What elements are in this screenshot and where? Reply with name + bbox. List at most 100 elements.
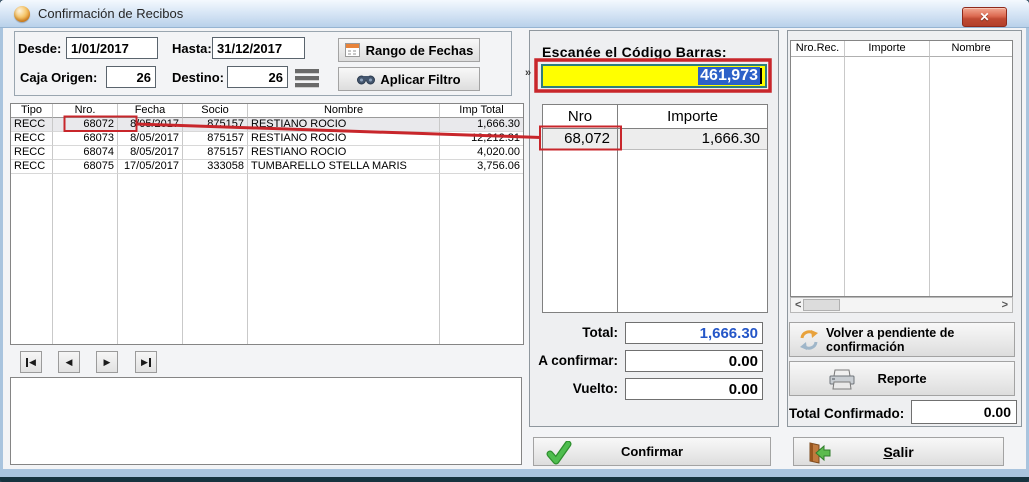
a-confirmar-field[interactable]: 0.00 <box>625 350 763 372</box>
table-empty-area <box>118 174 183 344</box>
titlebar[interactable]: Confirmación de Recibos <box>0 0 1029 28</box>
calendar-icon <box>345 43 360 57</box>
table-cell[interactable]: TUMBARELLO STELLA MARIS <box>248 160 440 174</box>
window-title: Confirmación de Recibos <box>38 6 183 21</box>
table-cell[interactable]: RECC <box>11 118 53 132</box>
confirmar-label: Confirmar <box>621 444 683 459</box>
table-cell[interactable]: 8/05/2017 <box>118 146 183 160</box>
desde-label: Desde: <box>18 41 61 56</box>
table-cell[interactable]: 68073 <box>53 132 118 146</box>
vuelto-value: 0.00 <box>729 381 758 398</box>
table-empty-area <box>183 174 248 344</box>
caja-origen-value: 26 <box>137 70 151 85</box>
window-bottom-edge <box>0 477 1029 482</box>
caja-origen-input[interactable]: 26 <box>106 66 156 88</box>
nav-next-button[interactable]: ▶ <box>96 351 118 373</box>
table-cell[interactable]: 68075 <box>53 160 118 174</box>
table-empty-area <box>248 174 440 344</box>
binoculars-icon <box>357 73 375 85</box>
aplicar-filtro-label: Aplicar Filtro <box>380 72 460 87</box>
hamburger-icon <box>295 69 319 73</box>
hasta-input[interactable]: 31/12/2017 <box>212 37 305 59</box>
table-cell[interactable]: RESTIANO ROCIO <box>248 132 440 146</box>
confirmed-table: Nro.Rec. Importe Nombre <box>790 40 1013 297</box>
horizontal-scrollbar[interactable]: < > <box>790 297 1013 313</box>
grid-empty-area <box>618 150 767 312</box>
table-cell[interactable]: 17/05/2017 <box>118 160 183 174</box>
hamburger-icon <box>295 76 319 80</box>
aplicar-filtro-button[interactable]: Aplicar Filtro <box>338 67 480 91</box>
vuelto-field[interactable]: 0.00 <box>625 378 763 400</box>
notes-memo[interactable] <box>10 377 522 465</box>
table-empty-area <box>440 174 523 344</box>
table-cell[interactable]: 875157 <box>183 132 248 146</box>
table-cell[interactable]: RECC <box>11 146 53 160</box>
col-header-tipo: Tipo <box>11 104 53 118</box>
nav-first-button[interactable]: ◀ <box>20 351 42 373</box>
scroll-left-icon[interactable]: < <box>795 298 801 312</box>
col-header-nro-rec: Nro.Rec. <box>791 41 845 57</box>
table-empty-area <box>53 174 118 344</box>
nav-last-button[interactable]: ▶ <box>135 351 157 373</box>
rango-de-fechas-label: Rango de Fechas <box>366 43 474 58</box>
last-record-icon: ▶ <box>141 358 148 367</box>
desde-value: 1/01/2017 <box>71 41 129 56</box>
table-cell[interactable]: 875157 <box>183 146 248 160</box>
hamburger-icon <box>295 83 319 87</box>
record-marker-icon: » <box>525 67 531 79</box>
total-value: 1,666.30 <box>700 325 758 342</box>
table-cell[interactable]: 68074 <box>53 146 118 160</box>
col-header-socio: Socio <box>183 104 248 118</box>
table-cell[interactable]: 875157 <box>183 118 248 132</box>
desde-input[interactable]: 1/01/2017 <box>66 37 158 59</box>
table-cell[interactable]: 8/05/2017 <box>118 132 183 146</box>
scroll-right-icon[interactable]: > <box>1002 298 1008 312</box>
table-cell[interactable]: 3,756.06 <box>440 160 523 174</box>
first-record-icon <box>26 358 28 367</box>
table-cell[interactable]: 12,212.31 <box>440 132 523 146</box>
scrollbar-thumb[interactable] <box>803 299 840 311</box>
refresh-icon <box>798 329 820 351</box>
nav-prev-button[interactable]: ◀ <box>58 351 80 373</box>
prev-record-icon: ◀ <box>66 358 73 367</box>
last-record-icon <box>149 358 151 367</box>
scan-row-nro[interactable]: 68,072 <box>543 129 618 150</box>
barcode-input[interactable]: 461,973 <box>541 64 767 88</box>
total-field[interactable]: 1,666.30 <box>625 322 763 344</box>
table-cell[interactable]: 333058 <box>183 160 248 174</box>
table-cell[interactable]: RESTIANO ROCIO <box>248 146 440 160</box>
next-record-icon: ▶ <box>104 358 111 367</box>
app-icon <box>14 6 30 22</box>
salir-button[interactable]: Salir <box>793 437 1004 466</box>
total-confirmado-field[interactable]: 0.00 <box>911 400 1017 424</box>
destino-input[interactable]: 26 <box>227 66 288 88</box>
green-check-icon <box>546 441 572 465</box>
printer-icon <box>828 369 856 393</box>
table-cell[interactable]: RESTIANO ROCIO <box>248 118 440 132</box>
col-header-fecha: Fecha <box>118 104 183 118</box>
table-empty-area <box>845 57 930 296</box>
volver-pendiente-label: Volver a pendiente de confirmación <box>826 326 954 354</box>
rango-de-fechas-button[interactable]: Rango de Fechas <box>338 38 480 62</box>
table-empty-area <box>791 57 845 296</box>
barcode-label: Escanée el Código Barras: <box>542 44 727 60</box>
table-cell[interactable]: RECC <box>11 160 53 174</box>
table-cell[interactable]: 4,020.00 <box>440 146 523 160</box>
receipts-table: Tipo Nro. Fecha Socio Nombre Imp Total R… <box>10 103 524 345</box>
table-cell[interactable]: 68072 <box>53 118 118 132</box>
table-empty-area <box>930 57 1012 296</box>
reporte-button[interactable]: Reporte <box>789 361 1015 396</box>
table-cell[interactable]: 8/05/2017 <box>118 118 183 132</box>
volver-pendiente-button[interactable]: Volver a pendiente de confirmación <box>789 322 1015 357</box>
menu-button[interactable] <box>295 69 319 87</box>
total-confirmado-label: Total Confirmado: <box>789 406 904 421</box>
total-confirmado-value: 0.00 <box>984 404 1011 420</box>
hasta-label: Hasta: <box>172 41 212 56</box>
scan-row-importe[interactable]: 1,666.30 <box>618 129 767 150</box>
confirmar-button[interactable]: Confirmar <box>533 437 771 466</box>
table-cell[interactable]: RECC <box>11 132 53 146</box>
col-header-nro: Nro. <box>53 104 118 118</box>
table-cell[interactable]: 1,666.30 <box>440 118 523 132</box>
close-button[interactable]: ✕ <box>962 7 1007 27</box>
hasta-value: 31/12/2017 <box>217 41 282 56</box>
